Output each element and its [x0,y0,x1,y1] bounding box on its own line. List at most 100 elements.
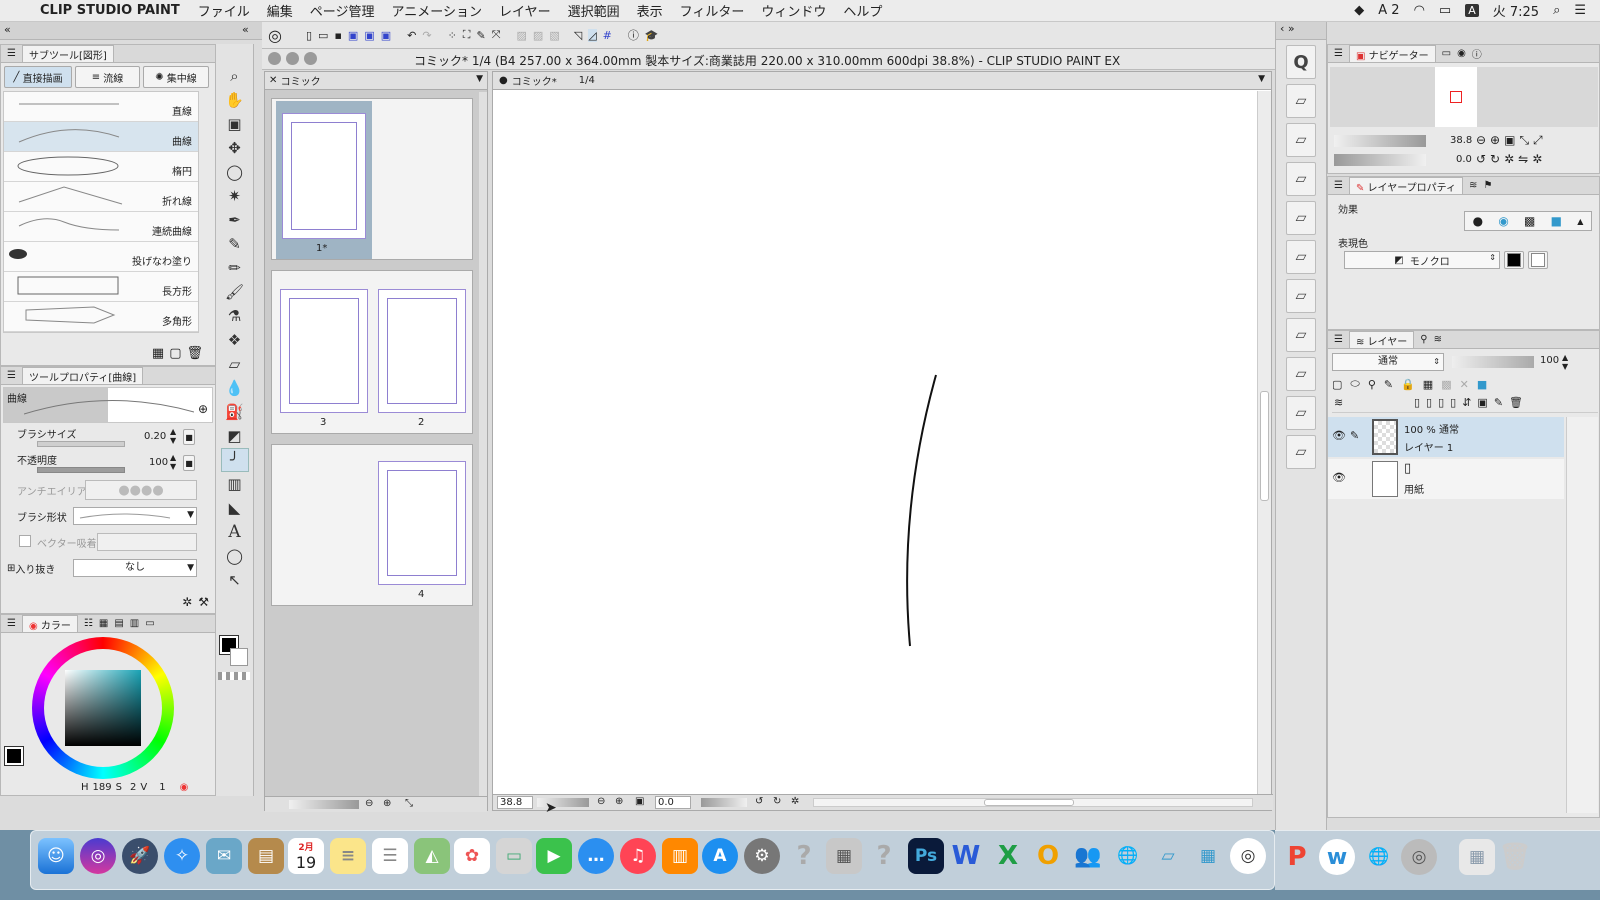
panel-menu-icon[interactable]: ☰ [1334,180,1343,191]
export-png-icon[interactable]: ▣ [364,29,374,42]
opacity-value[interactable]: 100 [149,457,168,468]
menu-view[interactable]: 表示 [637,1,663,20]
black-color-toggle[interactable] [1504,251,1524,269]
magic-wand-tool-icon[interactable]: ✷ [221,184,249,208]
text-tool-icon[interactable]: A [221,520,249,544]
camera-tool-icon[interactable]: ▣ [221,112,249,136]
page-thumbnail-3[interactable] [280,289,368,413]
rotate-left-icon[interactable]: ↺ [755,796,763,807]
vertical-scroll-thumb[interactable] [1260,391,1269,501]
horizontal-scroll-thumb[interactable] [984,799,1074,806]
menu-layer[interactable]: レイヤー [499,1,551,20]
page-manager-scrollbar[interactable] [479,92,487,802]
layer-command-icons[interactable]: ▯▯▯▯⇵▣✎🗑 [1414,396,1529,409]
navigator-tab[interactable]: ▣ ナビゲーター [1348,45,1436,62]
downloads-stack-icon[interactable]: ▦ [1459,839,1495,875]
zoom-out-icon[interactable]: ⊖ [597,796,605,807]
canvas-rotation-slider[interactable] [701,798,747,807]
menu-help[interactable]: ヘルプ [843,1,882,20]
effect-stepper[interactable]: ▲ [1577,217,1583,226]
keynote-icon[interactable]: ▭ [496,838,532,874]
export-psd-icon[interactable]: ▣ [381,29,391,42]
canvas-rotation-value[interactable]: 0.0 [655,796,691,809]
eye-icon[interactable]: 👁 [1332,429,1346,442]
eraser-tool-icon[interactable]: ▱ [221,352,249,376]
subtool-item-rectangle[interactable]: 長方形 [4,272,198,302]
inout-dropdown[interactable]: なし ▼ [73,559,197,577]
brush-size-slider[interactable] [37,441,125,447]
rotate-right-icon[interactable]: ↻ [773,796,781,807]
hand-tool-icon[interactable]: ✋ [221,88,249,112]
fit-icon[interactable]: ⤡ [405,798,413,809]
opacity-slider[interactable] [37,467,125,473]
facetime-icon[interactable]: ▶ [536,838,572,874]
page-thumbnail-2[interactable] [378,289,466,413]
search-help-icon[interactable]: Q [1286,45,1316,79]
ruler-display-icon[interactable]: ✕ [1460,378,1469,391]
layer-search-tab-icon[interactable]: ⚲ [1420,334,1427,345]
finder-icon[interactable]: ☺ [38,838,74,874]
close-tab-icon[interactable]: ✕ [269,75,277,86]
navigator-zoom-slider[interactable] [1334,135,1426,147]
wunderlist-icon[interactable]: w [1319,839,1355,875]
material-folder-icon[interactable]: ▱ [1286,84,1316,118]
subtool-item-polyline[interactable]: 折れ線 [4,182,198,212]
approx-color-tab-icon[interactable]: ▥ [130,618,139,629]
fill-command-icon[interactable]: ✎ [476,29,485,42]
menu-animation[interactable]: アニメーション [391,1,481,20]
color-wheel[interactable] [32,637,174,779]
layer-opacity-value[interactable]: 100 [1540,355,1559,366]
new-subtool-icon[interactable]: ▢ [169,346,181,361]
spotlight-icon[interactable]: ⌕ [1553,3,1560,18]
brush-size-stepper[interactable]: ▲ ▼ [170,427,176,445]
excel-icon[interactable]: X [990,838,1026,874]
app-store-icon[interactable]: A [702,838,738,874]
drawing-canvas[interactable] [493,91,1255,796]
color-set-tab-icon[interactable]: ▦ [99,618,108,629]
powerpoint-icon[interactable]: P [1279,839,1315,875]
expand-icon[interactable]: ⊞ [7,563,15,574]
gradient-tool-icon[interactable]: ◩ [221,424,249,448]
photos-icon[interactable]: ✿ [454,838,490,874]
panel-menu-icon[interactable]: ☰ [7,370,16,381]
animation-cels-tab-icon[interactable]: ≋ [1434,334,1442,345]
clip-studio-dock-icon[interactable]: ◎ [1230,838,1266,874]
menu-page[interactable]: ページ管理 [310,1,375,20]
navigator-rotation-slider[interactable] [1334,154,1426,166]
menu-selection[interactable]: 選択範囲 [568,1,620,20]
subtool-settings-icon[interactable]: ▦ [152,346,164,361]
preview-app-icon[interactable]: ✉ [206,838,242,874]
subtool-item-polygon[interactable]: 多角形 [4,302,198,332]
ruler-tool-icon[interactable]: ◣ [221,496,249,520]
lock-layer-icon[interactable]: 🔒 [1401,378,1415,391]
saturation-value-square[interactable] [65,670,141,746]
subtool-item-line[interactable]: 直線 [4,92,198,122]
blend-mode-dropdown[interactable]: 通常 ⇕ [1332,353,1444,371]
color-slider-tab-icon[interactable]: ☷ [84,618,93,629]
vector-icon[interactable]: ▨ [533,29,543,42]
history-tab-icon[interactable]: ≋ [1469,180,1477,191]
word-icon[interactable]: W [948,838,984,874]
expression-color-layer-icon[interactable]: ▢ [1332,378,1342,391]
menu-edit[interactable]: 編集 [267,1,293,20]
wrench-icon[interactable]: ⚒ [198,595,209,609]
export-jpg-icon[interactable]: ▣ [348,29,358,42]
tab-focus-line[interactable]: ✺ 集中線 [143,66,209,88]
tool-property-tab[interactable]: ツールプロパティ[曲線] [21,367,144,384]
app-menu[interactable]: CLIP STUDIO PAINT [40,3,180,18]
zoom-out-icon[interactable]: ⊖ [365,798,373,809]
info-icon[interactable]: ⓘ [628,27,639,43]
tool-sub-color[interactable] [230,648,248,666]
panel-menu-icon[interactable]: ☰ [1334,334,1343,345]
auto-action-tab-icon[interactable]: ⚑ [1483,180,1492,191]
canvas-zoom-value[interactable]: 38.8 [497,796,533,809]
brush-shape-dropdown[interactable]: ▼ [73,507,197,525]
navigator-zoom-buttons[interactable]: ⊖⊕▣⤡⤢ [1476,133,1547,148]
boot-camp-icon[interactable]: ▦ [1190,838,1226,874]
download-folder-icon[interactable]: ▱ [1286,201,1316,235]
notification-center-icon[interactable]: ☰ [1574,3,1586,18]
messages-icon[interactable]: … [578,838,614,874]
effect-buttons[interactable]: ● ◉ ▩ ■ ▲ [1464,211,1592,231]
layer-scrollbar[interactable] [1566,417,1598,813]
move-tool-icon[interactable]: ✥ [221,136,249,160]
